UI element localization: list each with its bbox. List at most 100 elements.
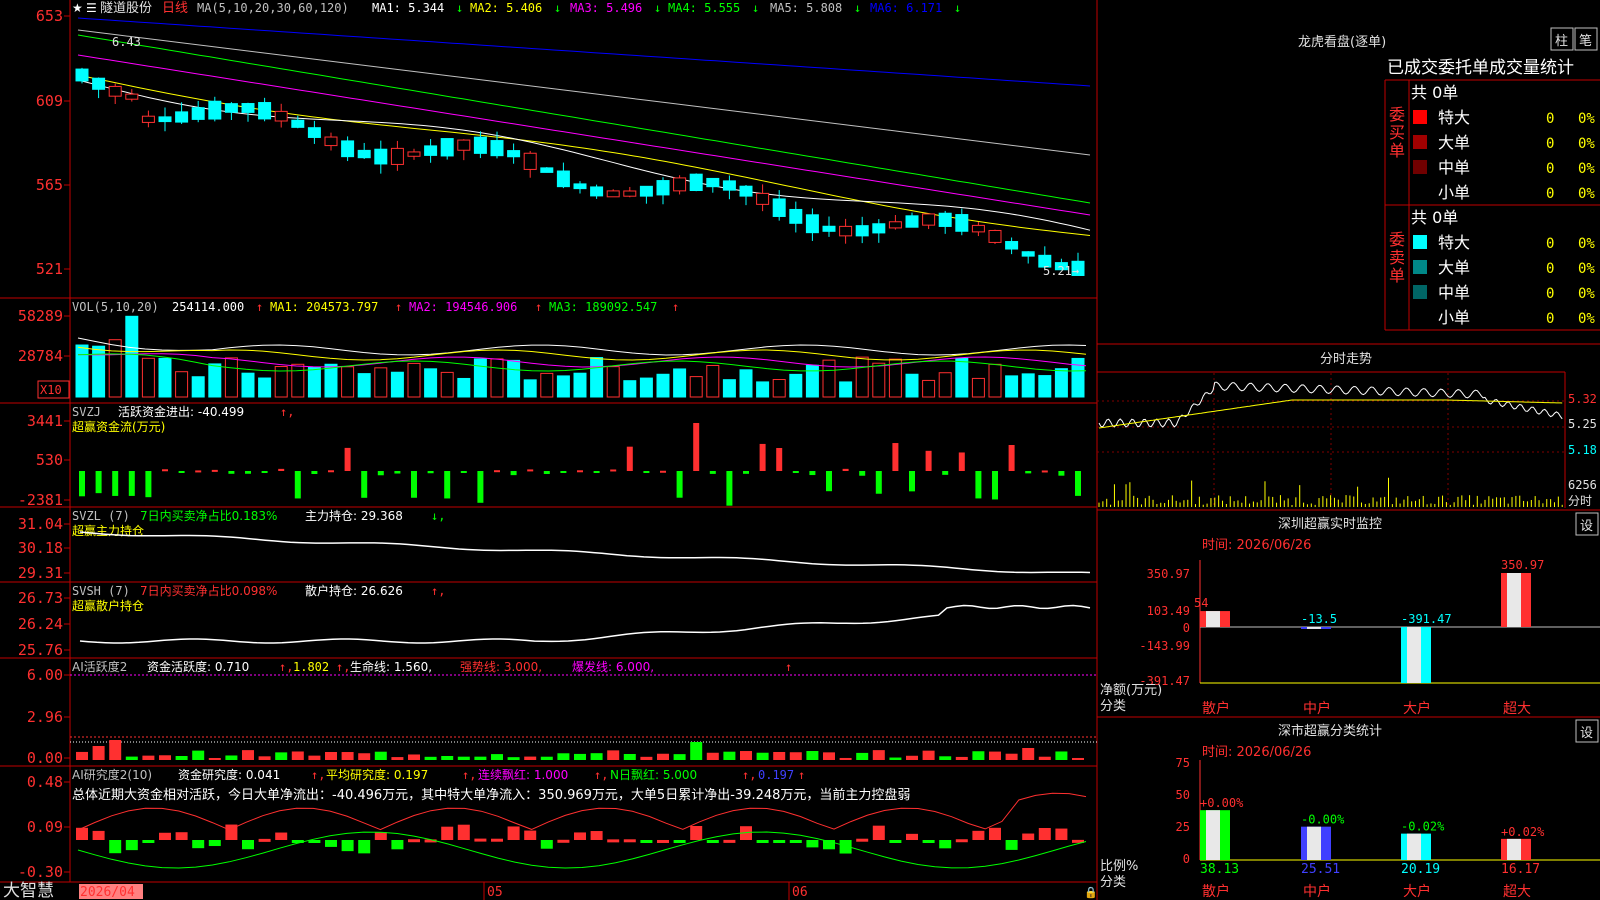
candle-body [457, 139, 471, 151]
research-bar [192, 840, 205, 849]
retail-holding-plot[interactable] [79, 604, 1091, 644]
fund-flow-bar [444, 471, 451, 499]
up-arrow-icon: ↑ [256, 300, 263, 314]
research-bar [657, 839, 669, 843]
candle-body [938, 212, 952, 227]
fund-flow-bar [145, 471, 152, 498]
sell-row-pct: 0% [1578, 236, 1595, 252]
up-arrow-icon: ↑ [395, 300, 402, 314]
y-tick-label: 0.48 [27, 773, 63, 791]
net-amount-chart[interactable]: 350.97103.490-143.99-391.4754散户-13.5中户-3… [1139, 558, 1600, 717]
research-bar [258, 838, 271, 842]
volume-plot[interactable] [75, 315, 1087, 398]
ai-research-plot[interactable] [76, 792, 1087, 869]
activity-bar [208, 757, 221, 760]
x-label-2: 06 [792, 885, 808, 900]
tick-mode-label[interactable]: 笔 [1579, 33, 1592, 49]
research-bar [125, 840, 138, 851]
intraday-plot[interactable] [1097, 373, 1565, 508]
ai-research-label1: 资金研究度: 0.041 [178, 767, 280, 782]
volume-bar [689, 376, 703, 398]
volume-bar [407, 362, 421, 398]
x-label-0: 2026/04 [80, 885, 135, 900]
up-arrow-icon: ↑, [279, 660, 293, 674]
intraday-vol-label: 分时 [1568, 494, 1592, 508]
research-bar [391, 840, 404, 850]
sell-swatch [1413, 235, 1427, 249]
fund-flow-bar [377, 471, 384, 476]
research-bar [175, 832, 188, 840]
research-bar [590, 831, 603, 840]
svzj-header: SVZJ 活跃资金进出: -40.499 ↑, 超赢资金流(万元) [72, 404, 294, 434]
main-holding-plot[interactable] [79, 531, 1091, 574]
research-bar [159, 832, 171, 840]
svsh-header: SVSH (7) 7日内买卖净占比0.098% 散户持仓: 26.626 ↑, … [72, 583, 445, 613]
ai-research-label3: 连续飘红: 1.000 [478, 767, 568, 782]
candle-body [872, 223, 886, 234]
fund-flow-bar [427, 471, 434, 474]
classify-ylabel: 比例% [1100, 859, 1138, 874]
svzl-y-axis: 31.04 30.18 29.31 [18, 515, 70, 582]
bar-highlight [1206, 810, 1220, 860]
vol-ma1: MA1: 204573.797 [270, 300, 378, 314]
activity-bar [1022, 748, 1035, 760]
ai-research-header: AI研究度2(10) 资金研究度: 0.041 ↑, 平均研究度: 0.197 … [72, 767, 910, 803]
x-axis: 大智慧 2026/04 05 06 🔒 [3, 881, 1098, 900]
classify-settings-label[interactable]: 设 [1580, 726, 1593, 741]
up-arrow-icon: ↑ [535, 300, 542, 314]
fund-flow-bar [195, 470, 202, 473]
research-bar [540, 840, 553, 849]
ratio-change-label: +0.00% [1200, 796, 1244, 810]
ratio-chart[interactable]: 75 50 25 0 +0.00% 38.13 散户 -0.00% 25.51 中户 -0.02% 2… [1176, 756, 1600, 900]
candle-body [307, 127, 321, 138]
lock-icon[interactable]: 🔒 [1084, 886, 1098, 899]
buy-swatch [1413, 160, 1427, 174]
star-icon[interactable]: ★ [72, 1, 83, 15]
volume-bar [955, 357, 969, 398]
candle-body [606, 190, 620, 198]
sell-row-count: 0 [1546, 286, 1554, 302]
vol-value: 254114.000 [172, 300, 244, 314]
up-arrow-icon: ↑, [742, 768, 756, 782]
volume-bar [556, 375, 570, 398]
ma-value-2: MA2: 5.406 [470, 1, 542, 15]
volume-bar [75, 344, 89, 398]
sell-row-count: 0 [1546, 311, 1554, 327]
volume-bar [673, 368, 687, 398]
activity-bar [92, 746, 105, 760]
fund-flow-plot[interactable] [79, 423, 1081, 506]
research-bar [989, 827, 1001, 840]
research-bar [972, 830, 985, 840]
ratio-value-label: 16.17 [1501, 862, 1540, 877]
activity-bar [889, 757, 902, 760]
monitor-settings-label[interactable]: 设 [1580, 519, 1593, 534]
fund-flow-bar [1008, 445, 1015, 471]
volume-bar [291, 363, 305, 398]
svsh-label2: 散户持仓: 26.626 [305, 583, 403, 598]
research-bar [756, 840, 769, 843]
y-tick-label: 530 [36, 451, 63, 469]
ma-value-6: MA6: 6.171 [870, 1, 942, 15]
vol-ma2: MA2: 194546.906 [409, 300, 517, 314]
activity-bar [441, 755, 454, 760]
stock-name[interactable]: 隧道股份 [100, 0, 152, 16]
buy-row-pct: 0% [1578, 161, 1595, 177]
research-bar [242, 840, 254, 850]
candlestick-plot[interactable] [75, 17, 1091, 276]
bar-mode-label[interactable]: 柱 [1555, 34, 1568, 49]
sell-row-count: 0 [1546, 261, 1554, 277]
ai-active-plot[interactable] [70, 674, 1097, 760]
ma-line-6 [77, 79, 1091, 231]
period-label[interactable]: 日线 [162, 1, 188, 16]
volume-bar [1005, 375, 1019, 398]
up-arrow-icon: ↑ [672, 300, 679, 314]
activity-bar [922, 750, 935, 760]
fund-flow-bar [626, 446, 633, 471]
sell-row-pct: 0% [1578, 286, 1595, 302]
activity-bar [242, 750, 254, 760]
y-tick-label: 26.24 [18, 615, 63, 633]
list-icon[interactable]: ☰ [86, 1, 97, 15]
down-arrow-icon: ↓, [431, 509, 445, 523]
research-bar [358, 840, 371, 854]
panel-borders [0, 0, 1600, 900]
